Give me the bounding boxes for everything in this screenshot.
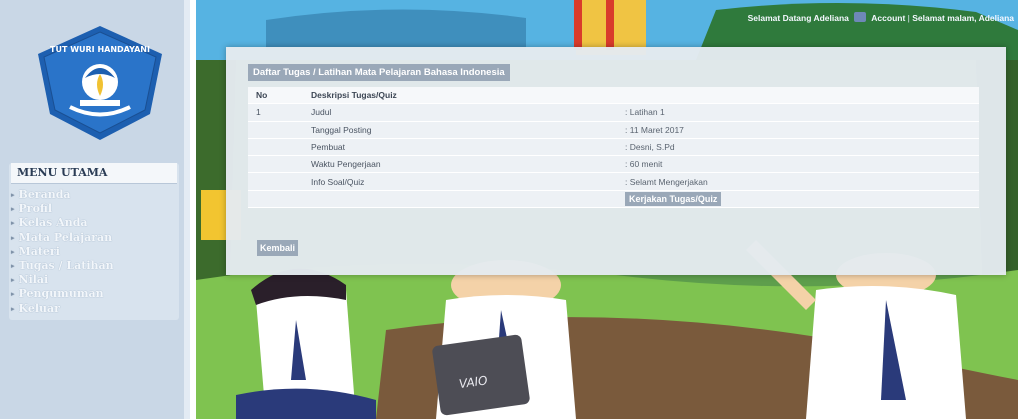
- table-row: Tanggal Posting : 11 Maret 2017: [248, 121, 979, 139]
- panel-title: Daftar Tugas / Latihan Mata Pelajaran Ba…: [248, 64, 510, 81]
- header-separator: |: [907, 13, 910, 23]
- row-number: [248, 155, 311, 174]
- menu-item-nilai[interactable]: ▸ Nilai: [9, 273, 179, 287]
- row-label: Info Soal/Quiz: [311, 172, 625, 191]
- row-label: Judul: [311, 103, 625, 122]
- bullet-icon: ▸: [11, 218, 15, 228]
- menu-item-kelas-anda[interactable]: ▸ Kelas Anda: [9, 216, 179, 230]
- row-number: 1: [248, 103, 311, 122]
- row-number: [248, 138, 311, 157]
- row-label: Waktu Pengerjaan: [311, 155, 625, 174]
- menu-item-label: Mata Pelajaran: [18, 230, 113, 244]
- back-button[interactable]: Kembali: [257, 240, 299, 256]
- row-value: : 60 menit: [625, 155, 979, 174]
- sidebar: TUT WURI HANDAYANI MENU UTAMA ▸ Beranda ▸…: [0, 0, 190, 419]
- column-header-empty: [625, 87, 979, 105]
- menu-item-pengumuman[interactable]: ▸ Pengumuman: [9, 287, 179, 301]
- row-value: : Desni, S.Pd: [625, 138, 979, 157]
- menu-item-label: Pengumuman: [18, 287, 104, 301]
- menu-list: ▸ Beranda ▸ Profil ▸ Kelas Anda ▸ Mata Pelaj…: [9, 188, 179, 316]
- menu-item-label: Profil: [18, 202, 53, 216]
- menu-item-label: Kelas Anda: [18, 216, 88, 230]
- row-label: Pembuat: [311, 138, 625, 157]
- menu-item-label: Beranda: [18, 188, 71, 201]
- table-row: Pembuat : Desni, S.Pd: [248, 138, 979, 157]
- menu-item-profil[interactable]: ▸ Profil: [9, 202, 179, 216]
- top-bar: Selamat Datang Adeliana Account | Selama…: [196, 0, 1018, 30]
- task-table: No Deskripsi Tugas/Quiz 1 Judul : Latiha…: [248, 87, 979, 209]
- user-icon[interactable]: [854, 12, 867, 22]
- tut-wuri-handayani-logo: TUT WURI HANDAYANI: [38, 26, 162, 140]
- table-header-row: No Deskripsi Tugas/Quiz: [248, 87, 979, 105]
- bullet-icon: ▸: [11, 260, 15, 270]
- row-label: Tanggal Posting: [311, 121, 625, 139]
- menu-item-mata-pelajaran[interactable]: ▸ Mata Pelajaran: [9, 231, 179, 245]
- action-cell: Kerjakan Tugas/Quiz: [625, 190, 979, 209]
- row-value: : Latihan 1: [625, 103, 979, 122]
- menu-item-keluar[interactable]: ▸ Keluar: [9, 302, 179, 316]
- table-row-action: Kerjakan Tugas/Quiz: [248, 190, 979, 209]
- menu-item-label: Tugas / Latihan: [18, 258, 114, 272]
- bullet-icon: ▸: [11, 303, 15, 313]
- row-number: [248, 121, 311, 139]
- row-value: : Selamt Mengerjakan: [625, 172, 979, 191]
- bullet-icon: ▸: [11, 289, 15, 299]
- table-row: Info Soal/Quiz : Selamt Mengerjakan: [248, 172, 979, 191]
- bullet-icon: ▸: [11, 232, 15, 242]
- task-panel: Daftar Tugas / Latihan Mata Pelajaran Ba…: [226, 47, 1006, 275]
- row-value: : 11 Maret 2017: [625, 121, 979, 139]
- bullet-icon: ▸: [11, 246, 15, 256]
- main-menu: MENU UTAMA ▸ Beranda ▸ Profil ▸ Kelas Anda …: [9, 163, 179, 320]
- header-greeting: Selamat Datang Adeliana Account | Selama…: [748, 12, 1014, 23]
- menu-item-label: Nilai: [18, 273, 49, 287]
- menu-title: MENU UTAMA: [11, 163, 177, 184]
- column-header-no: No: [248, 87, 311, 105]
- menu-item-beranda[interactable]: ▸ Beranda: [9, 188, 179, 202]
- row-number: [248, 172, 311, 191]
- bullet-icon: ▸: [11, 275, 15, 285]
- welcome-text: Selamat Datang Adeliana: [747, 13, 849, 23]
- empty-cell: [248, 190, 311, 209]
- start-quiz-button[interactable]: Kerjakan Tugas/Quiz: [625, 191, 722, 206]
- bullet-icon: ▸: [11, 190, 15, 199]
- menu-item-materi[interactable]: ▸ Materi: [9, 245, 179, 259]
- column-header-description: Deskripsi Tugas/Quiz: [311, 87, 625, 105]
- greeting-text: Selamat malam, Adeliana: [912, 13, 1014, 23]
- menu-item-tugas-latihan[interactable]: ▸ Tugas / Latihan: [9, 259, 179, 273]
- table-row: Waktu Pengerjaan : 60 menit: [248, 155, 979, 174]
- bullet-icon: ▸: [11, 204, 15, 214]
- menu-item-label: Materi: [18, 244, 60, 258]
- account-link[interactable]: Account: [871, 13, 905, 23]
- table-row: 1 Judul : Latihan 1: [248, 103, 979, 122]
- svg-text:TUT WURI HANDAYANI: TUT WURI HANDAYANI: [50, 45, 150, 54]
- menu-item-label: Keluar: [18, 301, 60, 315]
- empty-cell: [311, 190, 625, 209]
